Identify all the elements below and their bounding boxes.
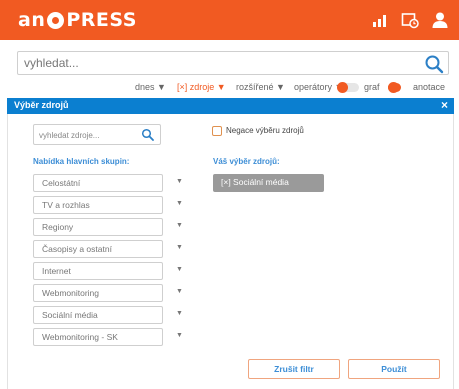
- modal-header: Výběr zdrojů ×: [7, 98, 454, 114]
- user-icon[interactable]: [431, 11, 449, 29]
- groups-title: Nabídka hlavních skupin:: [33, 157, 130, 166]
- anotace-toggle-knob: [388, 82, 399, 93]
- chevron-down-icon[interactable]: ▼: [176, 178, 183, 185]
- chevron-down-icon[interactable]: ▼: [176, 310, 183, 317]
- graf-toggle[interactable]: [337, 82, 359, 93]
- source-search-box: [33, 124, 161, 145]
- chevron-down-icon[interactable]: ▼: [176, 222, 183, 229]
- graf-toggle-knob: [337, 82, 348, 93]
- selected-source-chip[interactable]: [×] Sociální média: [213, 174, 324, 192]
- logo-text-right: PRESS: [66, 9, 137, 31]
- search-icon[interactable]: [423, 53, 445, 75]
- chevron-down-icon[interactable]: ▼: [176, 244, 183, 251]
- selection-title: Váš výběr zdrojů:: [213, 157, 280, 166]
- source-search-icon[interactable]: [141, 128, 154, 141]
- modal-title: Výběr zdrojů: [14, 100, 69, 110]
- group-internet[interactable]: Internet: [33, 262, 163, 280]
- filter-bar: dnes ▼ [×] zdroje ▼ rozšířené ▼ operátor…: [0, 82, 459, 96]
- filter-zdroje[interactable]: [×] zdroje ▼: [177, 82, 226, 92]
- anotace-toggle[interactable]: [388, 82, 401, 93]
- chevron-down-icon[interactable]: ▼: [176, 288, 183, 295]
- top-bar: an PRESS: [0, 0, 459, 40]
- close-icon[interactable]: ×: [441, 98, 448, 112]
- chevron-down-icon[interactable]: ▼: [176, 200, 183, 207]
- search-bar: [17, 51, 449, 75]
- logo-eye-icon: [47, 11, 65, 29]
- group-socialni-media[interactable]: Sociální média: [33, 306, 163, 324]
- clock-window-icon[interactable]: [401, 11, 419, 29]
- filter-rozsirene[interactable]: rozšířené ▼: [236, 82, 285, 92]
- group-tv-a-rozhlas[interactable]: TV a rozhlas: [33, 196, 163, 214]
- group-webmonitoring[interactable]: Webmonitoring: [33, 284, 163, 302]
- chevron-down-icon[interactable]: ▼: [176, 266, 183, 273]
- signal-bars-icon[interactable]: [371, 11, 389, 29]
- negation-checkbox[interactable]: [212, 126, 222, 136]
- negation-label: Negace výběru zdrojů: [226, 126, 304, 135]
- group-webmonitoring-sk[interactable]: Webmonitoring - SK: [33, 328, 163, 346]
- search-input[interactable]: [24, 54, 414, 72]
- filter-dnes[interactable]: dnes ▼: [135, 82, 166, 92]
- group-casopisy[interactable]: Časopisy a ostatní: [33, 240, 163, 258]
- apply-button[interactable]: Použít: [348, 359, 440, 379]
- group-regiony[interactable]: Regiony: [33, 218, 163, 236]
- anotace-label: anotace: [413, 82, 446, 92]
- source-search-input[interactable]: [39, 128, 134, 142]
- cancel-filter-button[interactable]: Zrušit filtr: [248, 359, 340, 379]
- logo-text-left: an: [18, 9, 46, 31]
- chevron-down-icon[interactable]: ▼: [176, 332, 183, 339]
- graf-label: graf: [364, 82, 380, 92]
- anopress-logo[interactable]: an PRESS: [18, 7, 137, 33]
- group-celostatni[interactable]: Celostátní: [33, 174, 163, 192]
